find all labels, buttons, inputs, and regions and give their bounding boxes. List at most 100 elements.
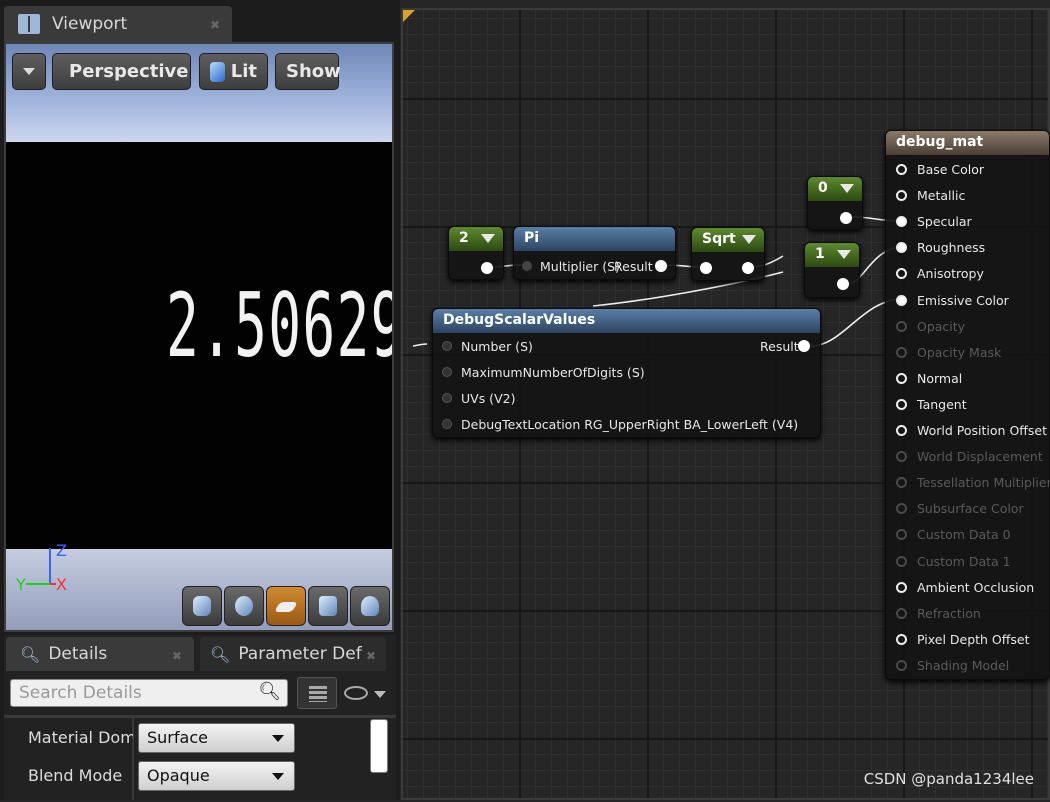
close-icon[interactable]: ✖ [366,649,376,663]
material-input-pin[interactable] [896,581,907,593]
sqrt-node[interactable]: Sqrt [691,227,765,281]
node-header: 0 [808,177,862,201]
output-pin[interactable] [798,340,810,352]
material-input-pin[interactable] [896,216,907,228]
blend-mode-dropdown[interactable]: Opaque [138,761,295,791]
material-pin-label: Ambient Occlusion [917,579,1035,595]
material-input-pin[interactable] [896,529,907,541]
constant-node-1[interactable]: 1 [804,242,860,298]
debug-scalar-values-node[interactable]: DebugScalarValues Number (S) MaximumNumb… [432,308,821,438]
collapse-icon[interactable] [742,235,756,244]
collapse-icon[interactable] [481,234,495,243]
material-input-pin[interactable] [896,659,907,671]
material-graph[interactable]: 2 Pi Multiplier (S) Result Sqrt 0 1 Debu… [401,8,1050,800]
chevron-down-icon [272,735,284,742]
material-pin-label: Custom Data 0 [917,527,1011,543]
material-pin-label: Custom Data 1 [917,553,1011,569]
material-input-pin[interactable] [896,294,907,306]
material-input-pin[interactable] [896,607,907,619]
pin-label: Number (S) [461,339,533,354]
search-icon: 🔍︎ [20,644,41,664]
output-pin[interactable] [481,262,493,274]
tab-details[interactable]: 🔍︎ Details ✖ [6,637,194,671]
material-pin-label: World Position Offset [917,423,1047,438]
constant-value: 2 [459,230,469,246]
axis-x-label: X [56,575,67,594]
scrollbar[interactable] [370,719,388,773]
lit-label: Lit [230,61,257,82]
close-icon[interactable]: ✖ [172,649,182,663]
axis-z-label: Z [56,541,67,560]
preview-teapot-button[interactable] [350,586,390,626]
material-input-pin[interactable] [896,451,907,463]
viewport[interactable]: 2.506297 Perspective Lit Show Z X Y [4,42,394,632]
material-pin-label: Refraction [917,605,981,621]
material-input-pin[interactable] [896,164,907,175]
material-pin-label: Normal [917,370,963,386]
collapse-icon[interactable] [837,250,851,259]
node-title: Sqrt [702,231,736,247]
material-pin-label: Metallic [917,188,966,204]
debug-value-text: 2.506297 [166,274,392,377]
search-icon: 🔍︎ [210,644,231,664]
material-input-pin[interactable] [896,398,907,410]
node-header: Pi [514,227,675,251]
preview-cylinder-button[interactable] [182,586,222,626]
material-input-pin[interactable] [896,503,907,515]
viewport-options-button[interactable] [12,53,46,90]
visibility-button[interactable] [344,683,390,705]
input-pin[interactable] [442,393,452,403]
material-input-pin[interactable] [896,268,907,280]
tab-viewport[interactable]: Viewport ✖ [4,6,232,42]
input-pin[interactable] [522,261,532,271]
pi-node[interactable]: Pi Multiplier (S) Result [513,226,676,280]
input-pin[interactable] [442,419,452,429]
material-input-pin[interactable] [896,633,907,645]
show-button[interactable]: Show [275,53,341,90]
close-icon[interactable]: ✖ [210,18,220,32]
material-pin-label: Emissive Color [917,292,1009,308]
preview-sphere-button[interactable] [224,586,264,626]
material-pin-label: Subsurface Color [917,501,1024,517]
material-input-pin[interactable] [896,346,907,358]
output-pin[interactable] [742,262,754,274]
preview-plane-button[interactable] [266,586,306,626]
node-title: DebugScalarValues [443,312,596,328]
material-pin-label: Tangent [917,396,967,412]
axis-y-label: Y [15,575,26,594]
material-input-pin[interactable] [896,555,907,567]
preview-cube-button[interactable] [308,586,348,626]
material-input-pin[interactable] [896,190,907,202]
property-label: Blend Mode [28,766,123,785]
grid-view-button[interactable] [297,677,337,709]
output-pin[interactable] [837,278,849,290]
material-result-node[interactable]: debug_mat Base Color Metallic Specular Roug… [885,130,1050,680]
input-pin[interactable] [442,367,452,377]
output-pin[interactable] [840,212,852,224]
constant-node-0[interactable]: 0 [807,176,863,230]
property-label: Material Doma [28,728,133,747]
perspective-label: Perspective [69,61,189,82]
constant-value: 1 [815,246,825,262]
dropdown-value: Surface [147,728,208,747]
perspective-button[interactable]: Perspective [52,53,191,90]
material-input-pin[interactable] [896,477,907,489]
input-pin[interactable] [700,262,712,274]
node-title: Pi [524,230,540,246]
material-input-pin[interactable] [896,320,907,332]
collapse-icon[interactable] [840,184,854,193]
viewport-icon [18,14,40,34]
input-pin[interactable] [442,341,452,351]
tab-parameter-defaults[interactable]: 🔍︎ Parameter Def ✖ [200,637,386,671]
output-pin[interactable] [655,260,667,272]
constant-node-2[interactable]: 2 [448,226,504,280]
watermark: CSDN @panda1234lee [863,770,1034,788]
lit-button[interactable]: Lit [199,53,268,90]
details-panel: 🔍︎ Details ✖ 🔍︎ Parameter Def ✖ Search D… [4,635,396,800]
material-input-pin[interactable] [896,242,907,254]
material-input-pin[interactable] [896,372,907,384]
search-input[interactable]: Search Details 🔍︎ [10,679,288,707]
material-domain-dropdown[interactable]: Surface [138,723,295,753]
material-input-pin[interactable] [896,425,907,436]
node-header: debug_mat [886,131,1049,155]
